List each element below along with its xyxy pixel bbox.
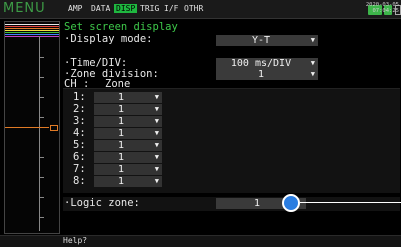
section-title: Set screen display — [64, 21, 178, 33]
top-bar: MENU AMP DATA DISP TRIG I/F OTHR 2020-03… — [0, 0, 401, 19]
chevron-down-icon: ▼ — [154, 141, 159, 149]
trace-ch5 — [5, 32, 59, 33]
tab-trig[interactable]: TRIG — [140, 4, 159, 13]
trace-ch4 — [5, 30, 59, 31]
menu-title: MENU — [3, 1, 46, 16]
tab-amp[interactable]: AMP — [68, 4, 82, 13]
chevron-down-icon: ▼ — [154, 177, 159, 185]
chevron-down-icon: ▼ — [310, 70, 315, 78]
selection-cursor-icon[interactable] — [282, 194, 300, 212]
scale-tick — [39, 157, 44, 158]
zone-value: 1 — [117, 116, 125, 127]
channel-label: 3: — [73, 115, 86, 127]
pointer-line — [300, 202, 401, 203]
scale-axis — [39, 36, 40, 231]
zone-value: 1 — [117, 164, 125, 175]
trace-ch7 — [5, 36, 59, 37]
chevron-down-icon: ▼ — [154, 165, 159, 173]
channel-label: 6: — [73, 151, 86, 163]
channel-label: 7: — [73, 163, 86, 175]
scale-tick — [39, 217, 44, 218]
tab-if[interactable]: I/F — [164, 4, 178, 13]
zone-dropdown-ch3[interactable]: 1 ▼ — [94, 116, 162, 127]
zone-dropdown-ch4[interactable]: 1 ▼ — [94, 128, 162, 139]
display-mode-dropdown[interactable]: Y-T ▼ — [216, 35, 318, 46]
logic-zone-label: ·Logic zone: — [64, 197, 140, 209]
chevron-down-icon: ▼ — [154, 129, 159, 137]
zero-position-marker[interactable] — [50, 125, 58, 131]
trace-ch6 — [5, 34, 59, 35]
tab-data[interactable]: DATA — [91, 4, 110, 13]
channel-label: 8: — [73, 175, 86, 187]
scale-tick — [39, 77, 44, 78]
waveform-preview — [4, 21, 60, 234]
recorder-screen: MENU AMP DATA DISP TRIG I/F OTHR 2020-03… — [0, 0, 401, 247]
time-div-value: 100 ms/DIV — [230, 58, 292, 69]
zero-position-line — [5, 127, 49, 128]
zone-division-value: 1 — [257, 69, 265, 80]
channel-label: 2: — [73, 103, 86, 115]
zone-dropdown-ch7[interactable]: 1 ▼ — [94, 164, 162, 175]
zone-dropdown-ch2[interactable]: 1 ▼ — [94, 104, 162, 115]
chevron-down-icon: ▼ — [154, 93, 159, 101]
trace-ch2 — [5, 26, 59, 27]
zone-value: 1 — [117, 176, 125, 187]
trace-ch3 — [5, 28, 59, 29]
zone-value: 1 — [117, 128, 125, 139]
scale-tick — [39, 117, 44, 118]
zone-value: 1 — [117, 104, 125, 115]
display-mode-label: ·Display mode: — [64, 33, 153, 45]
scale-tick — [39, 177, 44, 178]
zone-dropdown-ch6[interactable]: 1 ▼ — [94, 152, 162, 163]
chevron-down-icon: ▼ — [310, 36, 315, 44]
zone-dropdown-ch1[interactable]: 1 ▼ — [94, 92, 162, 103]
clock: 2020-03-05 07:04:25 — [366, 2, 399, 14]
zone-value: 1 — [117, 92, 125, 103]
channel-label: 1: — [73, 91, 86, 103]
chevron-down-icon: ▼ — [154, 105, 159, 113]
tab-disp[interactable]: DISP — [114, 4, 138, 13]
help-bar — [0, 235, 401, 247]
zone-value: 1 — [117, 152, 125, 163]
zone-dropdown-ch8[interactable]: 1 ▼ — [94, 176, 162, 187]
scale-tick — [39, 57, 44, 58]
zone-division-dropdown[interactable]: 1 ▼ — [216, 69, 318, 80]
chevron-down-icon: ▼ — [154, 153, 159, 161]
channel-label: 5: — [73, 139, 86, 151]
display-mode-value: Y-T — [251, 35, 271, 46]
tab-othr[interactable]: OTHR — [184, 4, 203, 13]
scale-tick — [39, 197, 44, 198]
zone-value: 1 — [117, 140, 125, 151]
channel-label: 4: — [73, 127, 86, 139]
trace-ch1 — [5, 24, 59, 25]
help-text: Help? — [63, 236, 88, 245]
chevron-down-icon: ▼ — [310, 59, 315, 67]
chevron-down-icon: ▼ — [154, 117, 159, 125]
time-div-dropdown[interactable]: 100 ms/DIV ▼ — [216, 58, 318, 69]
zone-dropdown-ch5[interactable]: 1 ▼ — [94, 140, 162, 151]
time-readout: 07:04:25 — [372, 8, 400, 14]
scale-tick — [39, 97, 44, 98]
